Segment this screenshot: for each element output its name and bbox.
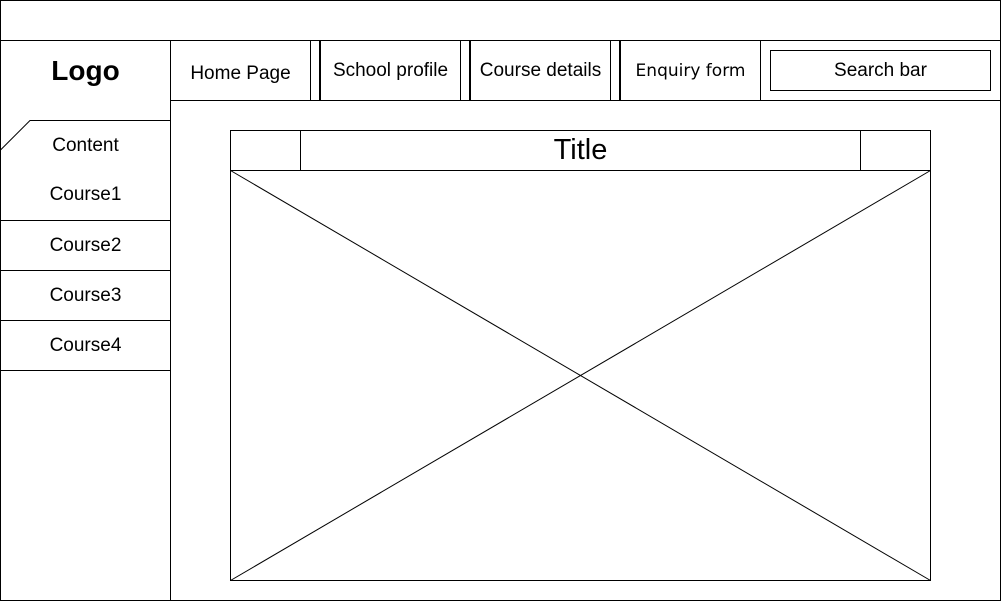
nav-divider — [310, 40, 320, 101]
image-placeholder — [230, 170, 931, 581]
nav-enquiry-form[interactable]: Enquiry form — [620, 40, 761, 101]
sidebar-item-course4[interactable]: Course4 — [0, 320, 171, 371]
search-bar[interactable]: Search bar — [770, 50, 991, 91]
nav-home-page[interactable]: Home Page — [170, 40, 311, 101]
nav-divider — [460, 40, 470, 101]
nav-course-details[interactable]: Course details — [470, 40, 611, 101]
page-title: Title — [300, 130, 861, 171]
sidebar-item-course2[interactable]: Course2 — [0, 220, 171, 271]
sidebar-item-course3[interactable]: Course3 — [0, 270, 171, 321]
top-bar — [0, 0, 1001, 41]
sidebar-content-tab[interactable]: Content — [0, 120, 171, 171]
nav-divider — [610, 40, 620, 101]
nav-school-profile[interactable]: School profile — [320, 40, 461, 101]
title-right-cell — [860, 130, 931, 171]
title-left-cell — [230, 130, 301, 171]
sidebar-item-course1[interactable]: Course1 — [0, 170, 171, 221]
logo: Logo — [0, 40, 171, 101]
